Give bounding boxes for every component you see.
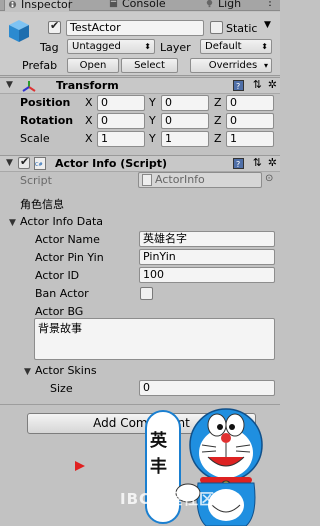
actor-id-field[interactable]: 100 — [139, 267, 275, 283]
svg-text:?: ? — [236, 82, 240, 91]
rotation-x-label[interactable]: X — [85, 114, 93, 128]
script-label: Script — [20, 174, 52, 187]
rotation-y-field[interactable]: 0 — [161, 113, 209, 129]
object-picker-icon[interactable]: ⊙ — [265, 173, 273, 184]
rotation-z-label[interactable]: Z — [214, 114, 222, 128]
svg-text:C#: C# — [35, 162, 43, 168]
tab-console-label: Console — [122, 0, 166, 10]
rotation-z-field[interactable]: 0 — [226, 113, 274, 129]
lightbulb-icon — [206, 0, 213, 8]
transform-header[interactable]: ▼ Transform ? ⇅ ✲ — [0, 77, 280, 94]
foldout-expanded-icon[interactable]: ▼ — [6, 80, 13, 90]
scale-y-label[interactable]: Y — [149, 132, 156, 146]
tab-console[interactable]: Console — [106, 0, 170, 11]
prefab-cube-icon — [9, 20, 29, 42]
scale-z-label[interactable]: Z — [214, 132, 222, 146]
watermark-text: IBC编程社区 — [120, 490, 216, 508]
position-y-label[interactable]: Y — [149, 96, 156, 110]
position-y-field[interactable]: 0 — [161, 95, 209, 111]
editor-tab-bar: Inspector Console Ligh ⋮ — [0, 0, 280, 11]
actor-pinyin-field[interactable]: PinYin — [139, 249, 275, 265]
actor-pinyin-label: Actor Pin Yin — [35, 251, 104, 264]
gear-icon[interactable]: ✲ — [268, 78, 277, 91]
script-file-icon — [142, 174, 152, 186]
script-value: ActorInfo — [155, 173, 205, 186]
actor-name-field[interactable]: 英雄名字 — [139, 231, 275, 247]
preset-sliders-icon[interactable]: ⇅ — [253, 78, 262, 91]
scale-x-field[interactable]: 1 — [97, 131, 145, 147]
position-z-label[interactable]: Z — [214, 96, 222, 110]
tag-value: Untagged — [72, 41, 121, 52]
foldout-expanded-icon[interactable]: ▼ — [24, 367, 31, 377]
tab-inspector-label: Inspector — [21, 0, 73, 11]
prefab-label: Prefab — [22, 59, 58, 72]
sign-char-2: 丰 — [150, 457, 167, 477]
prefab-overrides-dropdown[interactable]: Overrides ▾ — [190, 58, 272, 73]
actor-bg-textarea[interactable]: 背景故事 — [34, 318, 275, 360]
tab-lighting[interactable]: Ligh — [202, 0, 262, 11]
skins-size-label: Size — [50, 382, 73, 395]
foldout-expanded-icon[interactable]: ▼ — [6, 158, 13, 168]
tab-menu-icon[interactable]: ⋮ — [265, 0, 275, 8]
actor-info-title: Actor Info (Script) — [55, 157, 168, 170]
gear-icon[interactable]: ✲ — [268, 156, 277, 169]
static-label: Static — [226, 22, 258, 35]
red-pointer-icon — [75, 461, 85, 471]
rotation-x-field[interactable]: 0 — [97, 113, 145, 129]
console-icon — [109, 0, 118, 8]
chevron-down-icon: ⬍ — [261, 42, 268, 51]
skins-size-field[interactable]: 0 — [139, 380, 275, 396]
sign-char-1: 英 — [150, 431, 167, 451]
script-reference-field: ActorInfo — [138, 172, 262, 188]
transform-title: Transform — [56, 79, 119, 92]
actor-bg-label: Actor BG — [35, 305, 84, 318]
actor-id-label: Actor ID — [35, 269, 80, 282]
tab-lighting-label: Ligh — [218, 0, 242, 10]
rotation-y-label[interactable]: Y — [149, 114, 156, 128]
ban-actor-label: Ban Actor — [35, 287, 89, 300]
scale-z-field[interactable]: 1 — [226, 131, 274, 147]
actor-name-label: Actor Name — [35, 233, 100, 246]
inspector-icon — [8, 0, 17, 9]
chevron-down-icon: ▾ — [263, 61, 268, 70]
position-x-field[interactable]: 0 — [97, 95, 145, 111]
position-label: Position — [20, 96, 71, 109]
static-checkbox[interactable] — [210, 21, 223, 34]
layer-label: Layer — [160, 41, 191, 54]
section-header-text: 角色信息 — [20, 198, 64, 211]
ban-actor-checkbox[interactable] — [140, 287, 153, 300]
layer-value: Default — [205, 41, 242, 52]
tag-label: Tag — [40, 41, 59, 54]
scale-x-label[interactable]: X — [85, 132, 93, 146]
rotation-label: Rotation — [20, 114, 74, 127]
overrides-value: Overrides — [208, 60, 258, 71]
scale-label: Scale — [20, 132, 50, 145]
tab-inspector[interactable]: Inspector — [4, 0, 73, 11]
component-enabled-checkbox[interactable] — [18, 155, 30, 169]
position-z-field[interactable]: 0 — [226, 95, 274, 111]
layer-dropdown[interactable]: Default ⬍ — [200, 39, 272, 54]
chevron-down-icon: ⬍ — [144, 42, 151, 51]
actor-info-header[interactable]: ▼ C# Actor Info (Script) ? ⇅ ✲ — [0, 155, 280, 172]
gameobject-header: TestActor Static ▼ Tag Untagged ⬍ Layer D… — [0, 12, 280, 76]
actor-skins-label[interactable]: Actor Skins — [35, 364, 97, 378]
svg-text:?: ? — [236, 160, 240, 169]
transform-axes-icon — [22, 81, 36, 92]
actor-info-data-label[interactable]: Actor Info Data — [20, 215, 103, 229]
foldout-expanded-icon[interactable]: ▼ — [9, 218, 16, 228]
active-checkbox[interactable] — [48, 19, 61, 34]
help-book-icon[interactable]: ? — [233, 80, 244, 91]
script-file-icon: C# — [34, 157, 46, 170]
prefab-open-button[interactable]: Open — [67, 58, 119, 73]
static-dropdown-arrow-icon[interactable]: ▼ — [264, 20, 271, 30]
position-x-label[interactable]: X — [85, 96, 93, 110]
prefab-select-button[interactable]: Select — [121, 58, 178, 73]
tag-dropdown[interactable]: Untagged ⬍ — [67, 39, 155, 54]
preset-sliders-icon[interactable]: ⇅ — [253, 156, 262, 169]
scale-y-field[interactable]: 1 — [161, 131, 209, 147]
object-name-field[interactable]: TestActor — [66, 20, 204, 36]
help-book-icon[interactable]: ? — [233, 158, 244, 169]
